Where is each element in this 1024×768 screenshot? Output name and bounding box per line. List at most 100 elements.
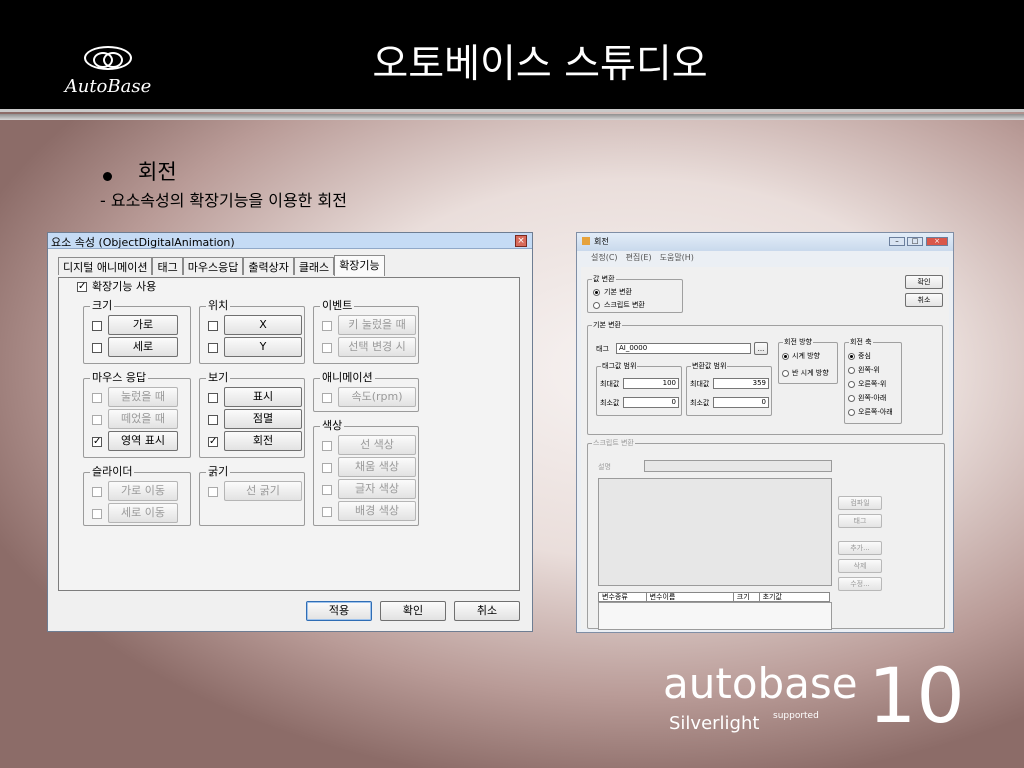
tab-tag[interactable]: 태그: [152, 257, 183, 275]
element-dialog-tabs: 디지털 애니메이션 태그 마우스응답 출력상자 클래스 확장기능: [58, 255, 385, 277]
variable-table[interactable]: [598, 602, 832, 630]
text-color-button[interactable]: 글자 색상: [338, 479, 416, 499]
description-input[interactable]: [644, 460, 832, 472]
axis-left-top-radio[interactable]: [848, 367, 855, 374]
menu-settings[interactable]: 설정(C): [591, 251, 618, 265]
clockwise-radio[interactable]: [782, 353, 789, 360]
height-button[interactable]: 세로: [108, 337, 178, 357]
edit-button[interactable]: 수정...: [838, 577, 882, 591]
basic-conversion-radio[interactable]: [593, 289, 600, 296]
cancel-button[interactable]: 취소: [454, 601, 520, 621]
position-group: 위치 X Y: [199, 299, 305, 364]
horizontal-move-button[interactable]: 가로 이동: [108, 481, 178, 501]
area-display-button[interactable]: 영역 표시: [108, 431, 178, 451]
minimize-icon[interactable]: –: [889, 237, 905, 246]
fill-color-checkbox[interactable]: [322, 463, 332, 473]
axis-left-bottom-radio[interactable]: [848, 395, 855, 402]
line-thickness-button[interactable]: 선 굵기: [224, 481, 302, 501]
area-display-checkbox[interactable]: ✓: [92, 437, 102, 447]
script-editor[interactable]: [598, 478, 832, 586]
maximize-icon[interactable]: □: [907, 237, 923, 246]
rotate-button[interactable]: 회전: [224, 431, 302, 451]
mouse-response-group-title: 마우스 응답: [90, 371, 149, 385]
speed-checkbox[interactable]: [322, 393, 332, 403]
tag-min-label: 최소값: [600, 399, 620, 407]
convert-range-title: 변환값 범위: [691, 361, 728, 371]
menu-edit[interactable]: 편집(E): [626, 251, 652, 265]
tag-min-input[interactable]: 0: [623, 397, 679, 408]
menu-help[interactable]: 도움말(H): [660, 251, 694, 265]
compile-button[interactable]: 컴파일: [838, 496, 882, 510]
vertical-move-checkbox[interactable]: [92, 509, 102, 519]
key-press-checkbox[interactable]: [322, 321, 332, 331]
tag-max-input[interactable]: 100: [623, 378, 679, 389]
width-checkbox[interactable]: [92, 321, 102, 331]
height-checkbox[interactable]: [92, 343, 102, 353]
x-checkbox[interactable]: [208, 321, 218, 331]
basic-conversion-title: 기본 변환: [592, 320, 622, 330]
apply-button[interactable]: 적용: [306, 601, 372, 621]
tab-output-box[interactable]: 출력상자: [243, 257, 294, 275]
width-button[interactable]: 가로: [108, 315, 178, 335]
tab-extension[interactable]: 확장기능: [334, 255, 385, 276]
cancel-button[interactable]: 취소: [905, 293, 943, 307]
display-button[interactable]: 표시: [224, 387, 302, 407]
convert-min-input[interactable]: 0: [713, 397, 769, 408]
delete-button[interactable]: 삭제: [838, 559, 882, 573]
script-conversion-radio[interactable]: [593, 302, 600, 309]
x-button[interactable]: X: [224, 315, 302, 335]
position-group-title: 위치: [206, 299, 231, 313]
horizontal-move-checkbox[interactable]: [92, 487, 102, 497]
counterclockwise-radio[interactable]: [782, 370, 789, 377]
speed-button[interactable]: 속도(rpm): [338, 387, 416, 407]
y-checkbox[interactable]: [208, 343, 218, 353]
axis-right-top-radio[interactable]: [848, 381, 855, 388]
display-checkbox[interactable]: [208, 393, 218, 403]
axis-center-radio[interactable]: [848, 353, 855, 360]
vertical-move-button[interactable]: 세로 이동: [108, 503, 178, 523]
tag-range-group: 태그값 범위 최대값 100 최소값 0: [596, 361, 682, 416]
ok-button[interactable]: 확인: [380, 601, 446, 621]
background-color-button[interactable]: 배경 색상: [338, 501, 416, 521]
blink-button[interactable]: 점멸: [224, 409, 302, 429]
thickness-group-title: 굵기: [206, 465, 231, 479]
thickness-group: 굵기 선 굵기: [199, 465, 305, 526]
menu-bar: 설정(C) 편집(E) 도움말(H): [577, 251, 953, 265]
line-color-checkbox[interactable]: [322, 441, 332, 451]
header-divider: [0, 114, 1024, 120]
selection-change-button[interactable]: 선택 변경 시: [338, 337, 416, 357]
pressed-checkbox[interactable]: [92, 393, 102, 403]
tab-class[interactable]: 클래스: [293, 257, 335, 275]
close-icon[interactable]: ×: [515, 235, 527, 247]
background-color-checkbox[interactable]: [322, 507, 332, 517]
enable-extension-label: 확장기능 사용: [92, 280, 157, 293]
rotation-dialog-title: 회전: [594, 237, 609, 246]
rotate-checkbox[interactable]: ✓: [208, 437, 218, 447]
pressed-button[interactable]: 눌렀을 때: [108, 387, 178, 407]
axis-left-top-label: 왼쪽-위: [858, 366, 880, 374]
blink-checkbox[interactable]: [208, 415, 218, 425]
ok-button[interactable]: 확인: [905, 275, 943, 289]
rotation-dialog: 회전 – □ × 설정(C) 편집(E) 도움말(H) 값 변환 기본 변환 스…: [576, 232, 954, 633]
released-checkbox[interactable]: [92, 415, 102, 425]
fill-color-button[interactable]: 채움 색상: [338, 457, 416, 477]
tab-mouse-response[interactable]: 마우스응답: [182, 257, 244, 275]
y-button[interactable]: Y: [224, 337, 302, 357]
tag-button[interactable]: 태그: [838, 514, 882, 528]
tab-digital-animation[interactable]: 디지털 애니메이션: [58, 257, 153, 275]
key-press-button[interactable]: 키 눌렀을 때: [338, 315, 416, 335]
add-button[interactable]: 추가...: [838, 541, 882, 555]
text-color-checkbox[interactable]: [322, 485, 332, 495]
close-icon[interactable]: ×: [926, 237, 948, 246]
tag-input[interactable]: AI_0000: [616, 343, 751, 354]
convert-max-input[interactable]: 359: [713, 378, 769, 389]
selection-change-checkbox[interactable]: [322, 343, 332, 353]
axis-right-bottom-radio[interactable]: [848, 409, 855, 416]
released-button[interactable]: 떼었을 때: [108, 409, 178, 429]
brand-number: 10: [868, 651, 965, 740]
event-group-title: 이벤트: [320, 299, 355, 313]
enable-extension-checkbox[interactable]: ✓: [77, 282, 87, 292]
line-color-button[interactable]: 선 색상: [338, 435, 416, 455]
line-thickness-checkbox[interactable]: [208, 487, 218, 497]
tag-browse-button[interactable]: ...: [754, 342, 768, 355]
